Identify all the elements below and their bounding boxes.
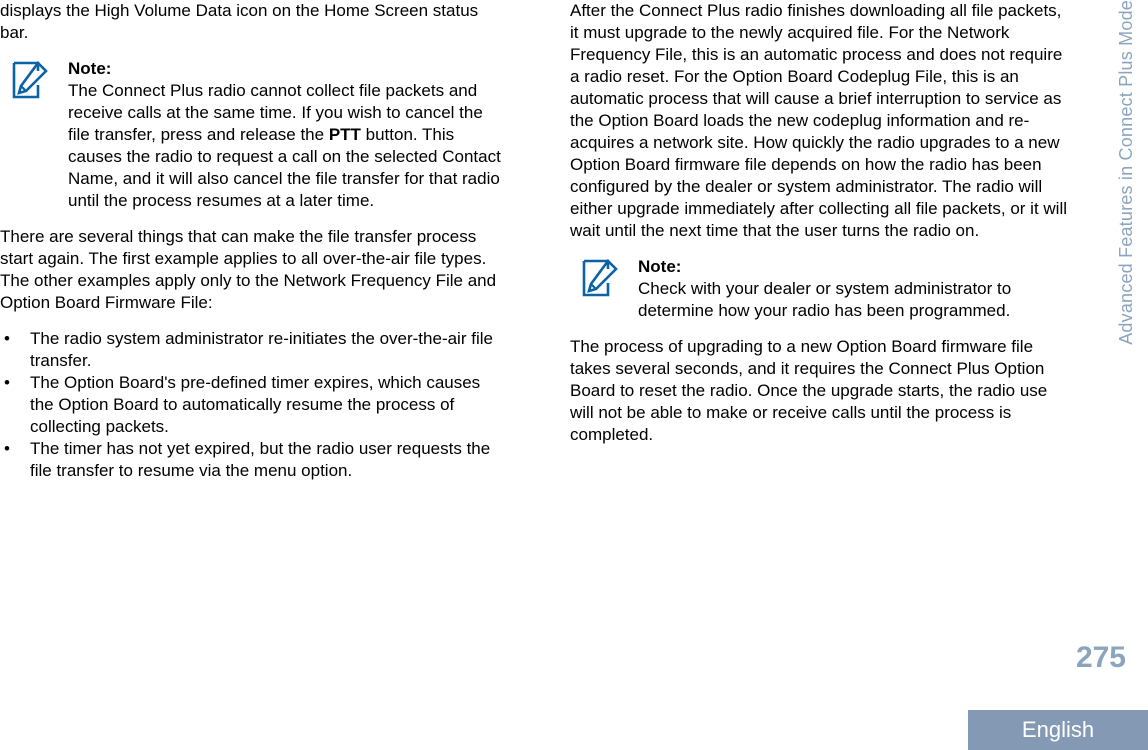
document-page: displays the High Volume Data icon on th… — [0, 0, 1148, 750]
right-paragraph-1: After the Connect Plus radio finishes do… — [570, 1, 1068, 240]
note-body: Check with your dealer or system adminis… — [638, 279, 1012, 320]
note-bold-term: PTT — [328, 125, 361, 144]
page-number: 275 — [1075, 641, 1126, 674]
intro-paragraph: displays the High Volume Data icon on th… — [0, 1, 479, 42]
right-column: After the Connect Plus radio finishes do… — [570, 0, 1072, 460]
language-band: English — [968, 710, 1148, 750]
note-title: Note: — [68, 59, 112, 78]
bullet-marker-icon: • — [4, 373, 10, 392]
running-head-vertical: Advanced Features in Connect Plus Mode — [1104, 0, 1148, 470]
left-column: displays the High Volume Data icon on th… — [0, 0, 502, 482]
language-label: English — [1021, 717, 1095, 742]
list-item: • The radio system administrator re-init… — [0, 328, 502, 372]
body-paragraph: There are several things that can make t… — [0, 227, 497, 312]
note-pencil-document-icon — [12, 61, 48, 101]
right-paragraph-2: The process of upgrading to a new Option… — [570, 337, 1048, 444]
bullet-marker-icon: • — [4, 329, 10, 348]
note-title: Note: — [638, 257, 682, 276]
list-item-label: The Option Board's pre-defined timer exp… — [30, 373, 481, 436]
note-block-left: Note: The Connect Plus radio cannot coll… — [0, 58, 502, 212]
list-item-label: The radio system administrator re-initia… — [30, 329, 493, 370]
bullet-list: • The radio system administrator re-init… — [0, 328, 502, 482]
list-item: • The timer has not yet expired, but the… — [0, 438, 502, 482]
list-item: • The Option Board's pre-defined timer e… — [0, 372, 502, 438]
list-item-label: The timer has not yet expired, but the r… — [30, 439, 491, 480]
note-block-right: Note: Check with your dealer or system a… — [570, 256, 1072, 322]
note-body: The Connect Plus radio cannot collect fi… — [68, 80, 502, 212]
note-pencil-document-icon — [582, 259, 618, 299]
bullet-marker-icon: • — [4, 439, 10, 458]
running-head-label: Advanced Features in Connect Plus Mode — [1115, 0, 1136, 345]
